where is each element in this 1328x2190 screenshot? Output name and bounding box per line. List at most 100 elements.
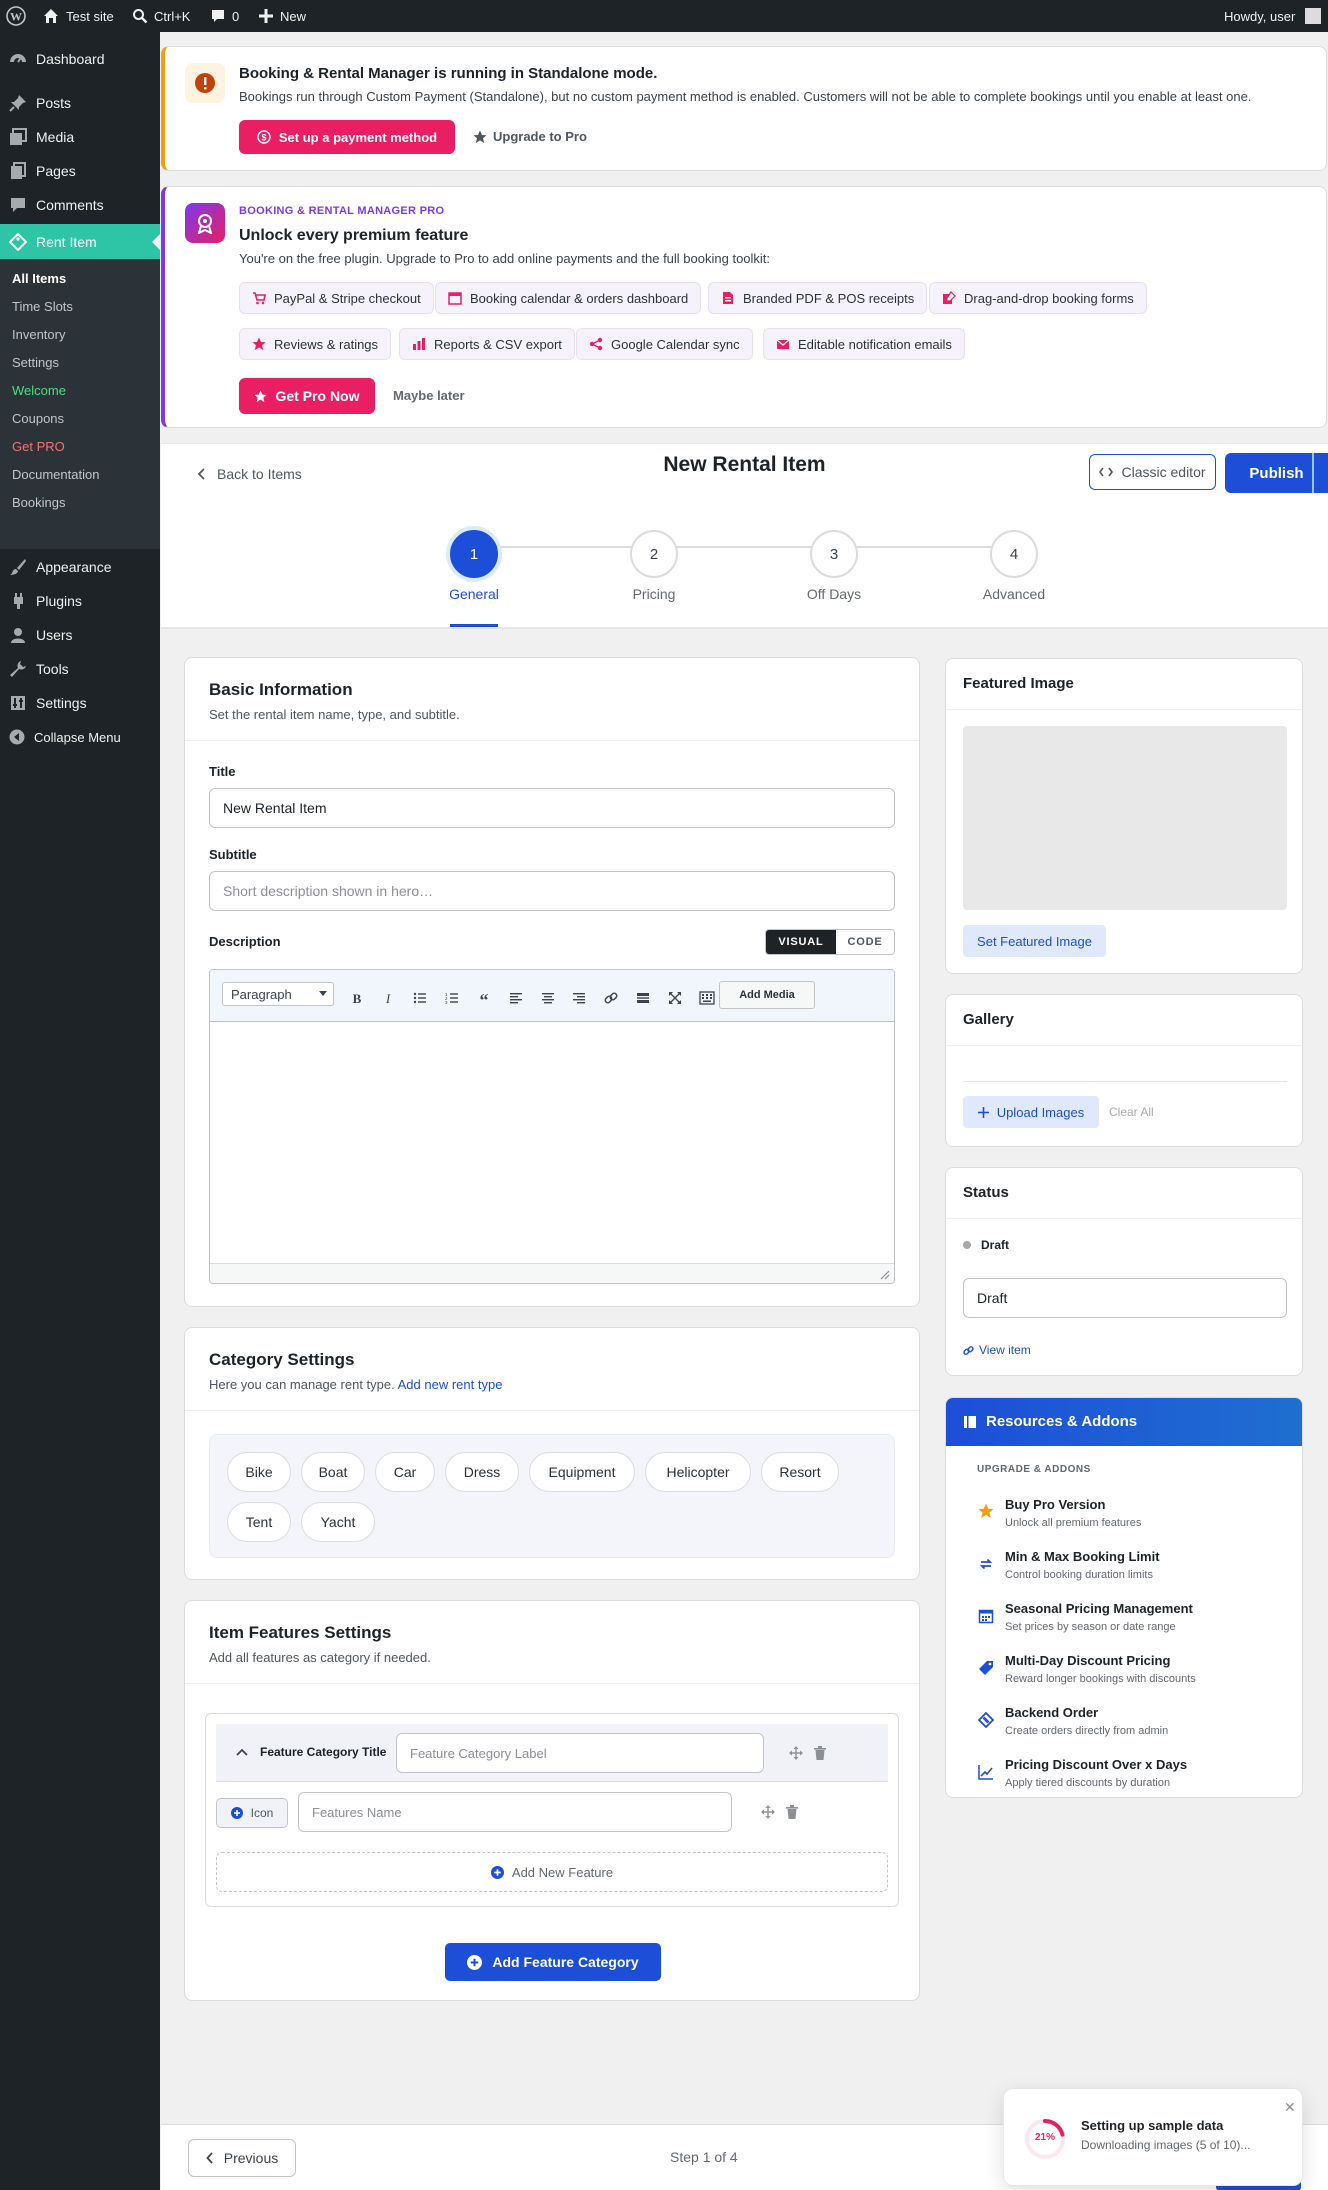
submenu-settings[interactable]: Settings xyxy=(12,355,59,370)
rent-type-pill[interactable]: Bike xyxy=(227,1452,291,1492)
resize-handle-icon[interactable] xyxy=(880,1270,890,1280)
close-icon[interactable]: ✕ xyxy=(1284,2099,1296,2116)
document-icon xyxy=(723,292,733,304)
feature-name-input[interactable]: Features Name xyxy=(298,1792,732,1832)
align-left-icon[interactable] xyxy=(505,987,527,1009)
menu-dashboard[interactable]: Dashboard xyxy=(0,42,160,76)
drag-handle-icon[interactable] xyxy=(761,1805,775,1819)
menu-posts[interactable]: Posts xyxy=(0,86,160,120)
media-icon xyxy=(0,128,36,146)
menu-rent-item[interactable]: Rent Item xyxy=(0,224,160,259)
search-link[interactable]: Ctrl+K xyxy=(132,0,190,32)
menu-appearance[interactable]: Appearance xyxy=(0,550,160,584)
submenu-inventory[interactable]: Inventory xyxy=(12,327,65,342)
submenu-all-items[interactable]: All Items xyxy=(12,271,66,286)
icon-picker-button[interactable]: Icon xyxy=(216,1798,288,1828)
menu-settings[interactable]: Settings xyxy=(0,686,160,720)
divider xyxy=(946,1218,1302,1219)
submenu-coupons[interactable]: Coupons xyxy=(12,411,64,426)
visual-tab[interactable]: VISUAL xyxy=(766,930,836,954)
add-rent-type-link[interactable]: Add new rent type xyxy=(398,1377,503,1392)
drag-handle-icon[interactable] xyxy=(789,1746,803,1760)
featured-image-placeholder[interactable] xyxy=(963,726,1287,910)
italic-icon[interactable]: I xyxy=(377,987,399,1009)
site-name-link[interactable]: Test site xyxy=(42,0,114,32)
rent-type-pill[interactable]: Helicopter xyxy=(645,1452,751,1492)
numbered-list-icon[interactable]: 123 xyxy=(441,987,463,1009)
clear-all-link[interactable]: Clear All xyxy=(1109,1105,1154,1119)
rent-type-pill[interactable]: Boat xyxy=(301,1452,365,1492)
submenu-documentation[interactable]: Documentation xyxy=(12,467,99,482)
step-connector xyxy=(497,546,1014,548)
back-to-items-link[interactable]: Back to Items xyxy=(197,466,302,482)
submenu-welcome[interactable]: Welcome xyxy=(12,383,66,398)
account-menu[interactable]: Howdy, user xyxy=(1224,0,1322,32)
rent-type-pill[interactable]: Resort xyxy=(761,1452,839,1492)
subtitle-input[interactable]: Short description shown in hero… xyxy=(209,871,895,911)
menu-comments[interactable]: Comments xyxy=(0,188,160,222)
link-icon[interactable] xyxy=(600,987,622,1009)
rent-type-pill[interactable]: Dress xyxy=(445,1452,519,1492)
resource-item-pricing-discount[interactable]: Pricing Discount Over x Days Apply tiered… xyxy=(1005,1757,1187,1789)
submenu-get-pro[interactable]: Get PRO xyxy=(12,439,65,454)
submenu-bookings[interactable]: Bookings xyxy=(12,495,65,510)
rent-type-pill[interactable]: Tent xyxy=(227,1502,291,1542)
rent-type-pill[interactable]: Equipment xyxy=(529,1452,635,1492)
setup-payment-button[interactable]: $ Set up a payment method xyxy=(239,120,455,154)
format-select[interactable]: Paragraph xyxy=(222,982,334,1006)
tag-icon xyxy=(0,232,36,251)
step-1[interactable]: 1 xyxy=(450,530,498,578)
bullet-list-icon[interactable] xyxy=(409,987,431,1009)
comments-link[interactable]: 0 xyxy=(210,0,239,32)
feature-chip: PayPal & Stripe checkout xyxy=(239,282,434,314)
step-2-label: Pricing xyxy=(632,586,676,602)
add-feature-category-button[interactable]: Add Feature Category xyxy=(445,1943,661,1981)
rent-type-pill[interactable]: Yacht xyxy=(301,1502,375,1542)
new-content-link[interactable]: New xyxy=(258,0,306,32)
read-more-icon[interactable] xyxy=(632,987,654,1009)
menu-pages[interactable]: Pages xyxy=(0,154,160,188)
view-item-link[interactable]: View item xyxy=(963,1343,1031,1357)
chevron-up-icon[interactable] xyxy=(236,1748,248,1756)
get-pro-button[interactable]: Get Pro Now xyxy=(239,378,375,414)
resource-item-seasonal-pricing[interactable]: Seasonal Pricing Management Set prices by… xyxy=(1005,1601,1193,1633)
menu-plugins[interactable]: Plugins xyxy=(0,584,160,618)
feature-chip: Drag-and-drop booking forms xyxy=(929,282,1147,314)
menu-users[interactable]: Users xyxy=(0,618,160,652)
maybe-later-link[interactable]: Maybe later xyxy=(393,388,465,403)
resource-item-booking-limit[interactable]: Min & Max Booking Limit Control booking d… xyxy=(1005,1549,1160,1581)
classic-editor-button[interactable]: Classic editor xyxy=(1089,454,1216,490)
step-3[interactable]: 3 xyxy=(810,530,858,578)
resource-item-backend-order[interactable]: Backend Order Create orders directly from… xyxy=(1005,1705,1168,1737)
editor-content-area[interactable] xyxy=(210,1023,894,1263)
code-tab[interactable]: CODE xyxy=(836,930,894,954)
fullscreen-icon[interactable] xyxy=(664,987,686,1009)
wordpress-logo-icon[interactable]: W xyxy=(6,0,26,32)
gallery-title: Gallery xyxy=(963,1011,1014,1028)
align-right-icon[interactable] xyxy=(568,987,590,1009)
title-input[interactable]: New Rental Item xyxy=(209,788,895,828)
upload-images-button[interactable]: Upload Images xyxy=(963,1096,1099,1128)
add-new-feature-button[interactable]: Add New Feature xyxy=(216,1852,888,1892)
collapse-menu[interactable]: Collapse Menu xyxy=(0,720,160,754)
set-featured-image-button[interactable]: Set Featured Image xyxy=(963,925,1106,957)
toolbar-toggle-icon[interactable] xyxy=(696,987,718,1009)
resource-item-buy-pro[interactable]: Buy Pro Version Unlock all premium featur… xyxy=(1005,1497,1141,1529)
trash-icon[interactable] xyxy=(814,1746,826,1760)
add-media-button[interactable]: Add Media xyxy=(719,981,815,1009)
rent-type-pill[interactable]: Car xyxy=(375,1452,435,1492)
menu-media[interactable]: Media xyxy=(0,120,160,154)
previous-button[interactable]: Previous xyxy=(188,2139,296,2177)
align-center-icon[interactable] xyxy=(537,987,559,1009)
status-select[interactable]: Draft xyxy=(963,1278,1287,1318)
upgrade-pro-link[interactable]: Upgrade to Pro xyxy=(473,129,587,144)
step-2[interactable]: 2 xyxy=(630,530,678,578)
blockquote-icon[interactable]: “ xyxy=(473,987,495,1009)
submenu-time-slots[interactable]: Time Slots xyxy=(12,299,73,314)
resource-item-multi-day-discount[interactable]: Multi-Day Discount Pricing Reward longer … xyxy=(1005,1653,1196,1685)
bold-icon[interactable]: B xyxy=(346,987,368,1009)
menu-tools[interactable]: Tools xyxy=(0,652,160,686)
step-4[interactable]: 4 xyxy=(990,530,1038,578)
trash-icon[interactable] xyxy=(786,1805,798,1819)
feature-category-input[interactable]: Feature Category Label xyxy=(396,1733,764,1773)
